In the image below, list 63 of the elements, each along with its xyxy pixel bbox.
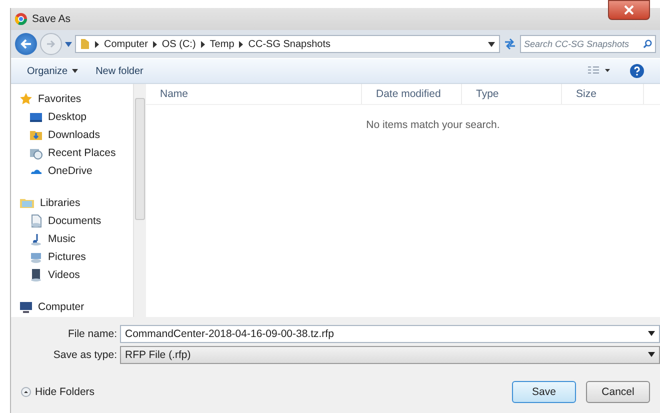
clock-folder-icon	[29, 146, 43, 160]
collapse-icon	[21, 387, 31, 397]
organize-menu[interactable]: Organize	[27, 66, 78, 76]
film-icon	[29, 268, 43, 282]
nav-item[interactable]: Videos	[48, 269, 80, 281]
breadcrumb[interactable]: CC-SG Snapshots	[248, 38, 331, 50]
scrollbar[interactable]	[133, 84, 146, 317]
back-arrow-icon	[20, 39, 32, 49]
field-label: Save as type:	[52, 348, 118, 360]
nav-item[interactable]: Computer	[38, 301, 84, 313]
column-header[interactable]: Type	[462, 84, 562, 104]
column-header[interactable]: Name	[146, 84, 362, 104]
nav-item[interactable]: Favorites	[38, 93, 82, 105]
picture-icon	[29, 250, 43, 264]
field-label: File name:	[66, 328, 118, 340]
caret-icon	[72, 69, 78, 73]
search-field[interactable]: Search CC-SG Snapshots	[520, 35, 656, 53]
star-icon	[19, 92, 33, 106]
dropdown-arrow-icon	[648, 331, 655, 336]
refresh-icon[interactable]	[503, 38, 517, 50]
breadcrumb[interactable]: OS (C:)	[162, 38, 196, 50]
dialog-button[interactable]: Cancel	[586, 381, 650, 403]
nav-item[interactable]: OneDrive	[48, 165, 92, 177]
dropdown-arrow-icon	[648, 352, 655, 357]
chevron-icon	[239, 40, 244, 48]
close-icon	[624, 5, 634, 15]
folder-icon	[80, 38, 90, 50]
chevron-icon	[95, 40, 99, 48]
note-icon	[29, 232, 43, 246]
dialog-button[interactable]: Save	[512, 381, 576, 403]
help-icon[interactable]	[630, 64, 644, 78]
nav-item[interactable]: Pictures	[48, 251, 86, 263]
file-type-dropdown[interactable]: RFP File (.rfp)	[120, 346, 660, 364]
dropdown-arrow-icon[interactable]	[488, 42, 495, 46]
monitor-icon	[19, 300, 33, 314]
nav-item[interactable]: Downloads	[48, 129, 100, 141]
breadcrumb[interactable]: Temp	[210, 38, 234, 50]
nav-item[interactable]: Libraries	[40, 197, 80, 209]
view-options-icon[interactable]	[588, 66, 610, 76]
folder-arrow-icon	[29, 128, 43, 142]
hide-folders-toggle[interactable]: Hide Folders	[21, 386, 95, 398]
nav-item[interactable]: Documents	[48, 215, 102, 227]
address-bar[interactable]: Computer OS (C:) Temp CC-SG Snapshots	[75, 35, 500, 53]
breadcrumb[interactable]: Computer	[104, 38, 148, 50]
chevron-icon	[152, 40, 157, 48]
toolbar-button[interactable]: New folder	[96, 66, 144, 76]
column-header[interactable]: Date modified	[362, 84, 462, 104]
window-title: Save As	[32, 13, 71, 25]
back-button[interactable]	[15, 33, 37, 55]
app-icon	[15, 13, 27, 25]
nav-item[interactable]: Music	[48, 233, 76, 245]
column-header[interactable]: Size	[562, 84, 644, 104]
chevron-icon	[200, 40, 205, 48]
screen-icon	[29, 110, 43, 124]
nav-item[interactable]: Desktop	[48, 111, 87, 123]
nav-item[interactable]: Recent Places	[48, 147, 116, 159]
empty-message: No items match your search.	[366, 119, 500, 131]
close-button[interactable]	[608, 0, 650, 20]
document-icon	[29, 214, 43, 228]
forward-arrow-icon	[46, 40, 56, 48]
folder-icon	[19, 196, 35, 210]
file-name-field[interactable]: CommandCenter-2018-04-16-09-00-38.tz.rfp	[120, 324, 660, 342]
search-icon	[643, 39, 652, 49]
